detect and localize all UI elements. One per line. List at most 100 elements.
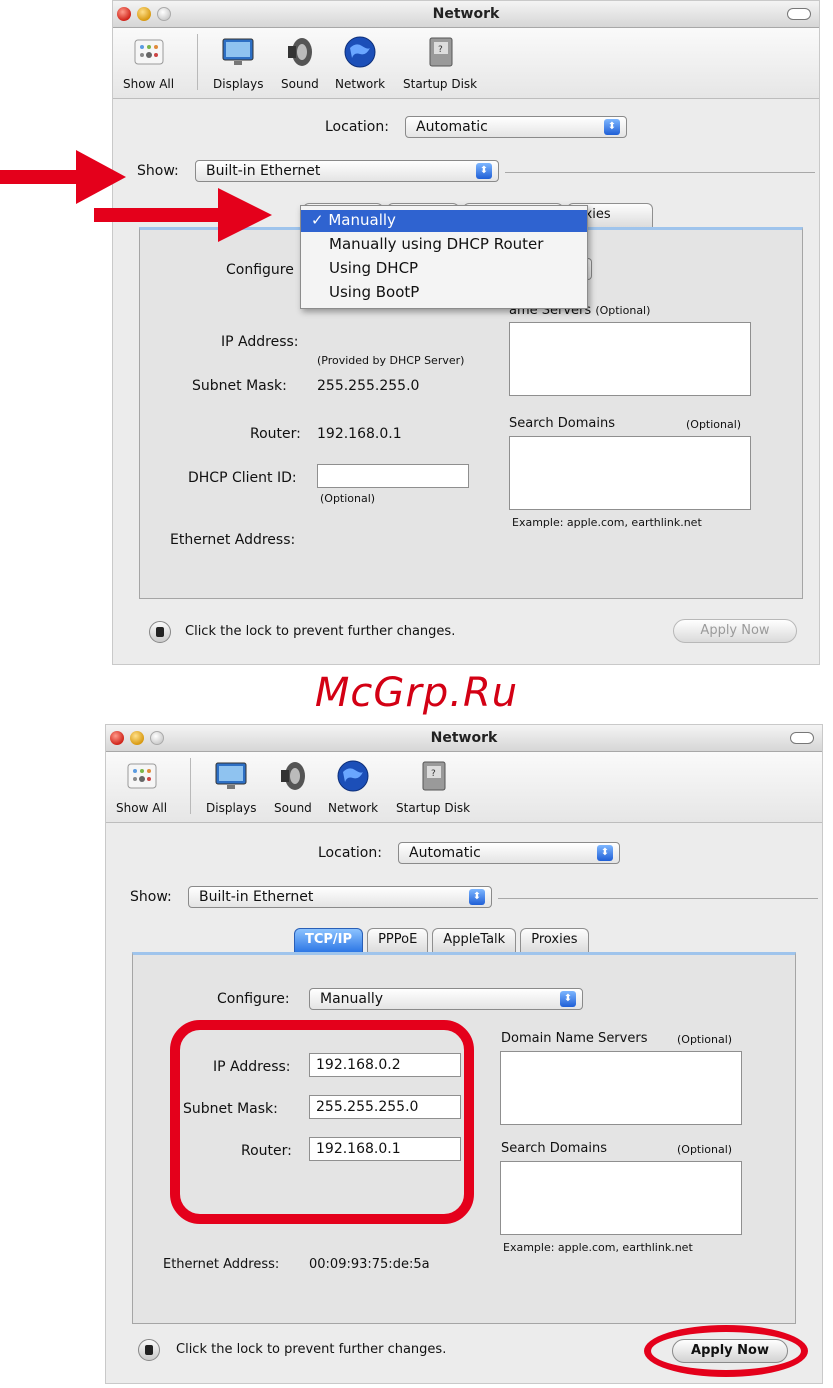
toolbar-toggle-button[interactable] bbox=[790, 732, 814, 744]
ip-address-label: IP Address: bbox=[221, 334, 299, 350]
ethernet-address-label: Ethernet Address: bbox=[170, 532, 296, 548]
popup-arrows-icon: ⬍ bbox=[597, 845, 613, 861]
startup-disk-label: Startup Disk bbox=[403, 77, 478, 91]
search-domains-box[interactable] bbox=[509, 436, 751, 510]
configure-popup[interactable]: Manually ⬍ bbox=[309, 988, 583, 1010]
search-domains-box[interactable] bbox=[500, 1161, 742, 1235]
startup-disk-button[interactable]: ? Startup Disk bbox=[396, 758, 470, 815]
globe-icon bbox=[337, 760, 369, 792]
location-popup[interactable]: Automatic ⬍ bbox=[398, 842, 620, 864]
display-icon bbox=[222, 38, 254, 65]
displays-button[interactable]: Displays bbox=[206, 758, 256, 815]
show-all-label: Show All bbox=[116, 801, 168, 815]
ethernet-address-label: Ethernet Address: bbox=[163, 1257, 280, 1272]
sound-button[interactable]: Sound bbox=[281, 34, 319, 91]
example-text: Example: apple.com, earthlink.net bbox=[503, 1241, 693, 1254]
highlight-oval-apply bbox=[644, 1325, 808, 1377]
show-popup[interactable]: Built-in Ethernet ⬍ bbox=[195, 160, 499, 182]
startup-disk-label: Startup Disk bbox=[396, 801, 471, 815]
globe-icon bbox=[344, 36, 376, 68]
toolbar-toggle-button[interactable] bbox=[787, 8, 811, 20]
network-window-2: Network Show All Displays Sound Network … bbox=[105, 724, 823, 1384]
startup-disk-button[interactable]: ? Startup Disk bbox=[403, 34, 477, 91]
show-label: Show: bbox=[137, 163, 179, 179]
svg-text:?: ? bbox=[431, 769, 436, 779]
show-all-button[interactable]: Show All bbox=[123, 34, 174, 91]
search-domains-label: Search Domains bbox=[501, 1141, 608, 1156]
svg-text:?: ? bbox=[438, 45, 443, 55]
disk-icon: ? bbox=[429, 37, 453, 67]
tab-appletalk[interactable]: AppleTalk bbox=[432, 928, 517, 952]
speaker-icon bbox=[280, 762, 305, 790]
router-label: Router: bbox=[250, 426, 301, 442]
toolbar: Show All Displays Sound Network ? Startu… bbox=[106, 752, 822, 823]
location-value: Automatic bbox=[416, 119, 488, 135]
search-domains-optional: (Optional) bbox=[686, 418, 742, 431]
window-title: Network bbox=[430, 730, 498, 746]
title-bar: Network bbox=[106, 725, 822, 752]
separator-line bbox=[498, 898, 818, 899]
dhcp-client-id-label: DHCP Client ID: bbox=[188, 470, 297, 486]
dns-servers-optional: (Optional) bbox=[677, 1033, 733, 1046]
highlight-box-ip-fields bbox=[170, 1020, 474, 1224]
checkmark-icon: ✓ bbox=[311, 211, 324, 229]
configure-dropdown-menu: ✓ Manually Manually using DHCP Router Us… bbox=[300, 205, 588, 309]
network-button[interactable]: Network bbox=[328, 758, 378, 815]
show-value: Built-in Ethernet bbox=[199, 889, 314, 905]
ethernet-address-value: 00:09:93:75:de:5a bbox=[309, 1257, 430, 1272]
apply-now-button[interactable]: Apply Now bbox=[673, 619, 797, 643]
tab-proxies[interactable]: Proxies bbox=[520, 928, 589, 952]
location-value: Automatic bbox=[409, 845, 481, 861]
popup-arrows-icon: ⬍ bbox=[469, 889, 485, 905]
show-popup[interactable]: Built-in Ethernet ⬍ bbox=[188, 886, 492, 908]
configure-label: Configure: bbox=[217, 991, 290, 1007]
sound-label: Sound bbox=[281, 77, 319, 91]
displays-button[interactable]: Displays bbox=[213, 34, 263, 91]
subnet-mask-label: Subnet Mask: bbox=[192, 378, 287, 394]
dns-servers-box[interactable] bbox=[509, 322, 751, 396]
lock-icon[interactable] bbox=[149, 621, 171, 643]
menu-item-manually[interactable]: ✓ Manually bbox=[301, 210, 587, 232]
displays-label: Displays bbox=[213, 77, 264, 91]
dhcp-client-id-input[interactable] bbox=[317, 464, 469, 488]
lock-text: Click the lock to prevent further change… bbox=[185, 624, 456, 639]
apple-grid-icon bbox=[134, 39, 164, 65]
lock-icon[interactable] bbox=[138, 1339, 160, 1361]
watermark: McGrp.Ru bbox=[314, 670, 519, 716]
menu-item-using-dhcp[interactable]: Using DHCP bbox=[301, 258, 587, 280]
popup-arrows-icon: ⬍ bbox=[476, 163, 492, 179]
show-all-button[interactable]: Show All bbox=[116, 758, 167, 815]
toolbar-separator bbox=[190, 758, 191, 814]
sound-label: Sound bbox=[274, 801, 312, 815]
network-label: Network bbox=[328, 801, 379, 815]
displays-label: Displays bbox=[206, 801, 257, 815]
red-arrow-menu bbox=[94, 188, 272, 242]
network-window-1: Network Show All Displays Sound Network … bbox=[112, 0, 820, 665]
menu-item-manually-dhcp-router[interactable]: Manually using DHCP Router bbox=[301, 234, 587, 256]
location-label: Location: bbox=[325, 119, 389, 135]
tab-tcpip[interactable]: TCP/IP bbox=[294, 928, 364, 952]
disk-icon: ? bbox=[422, 761, 446, 791]
toolbar-separator bbox=[197, 34, 198, 90]
lock-text: Click the lock to prevent further change… bbox=[176, 1342, 447, 1357]
example-text: Example: apple.com, earthlink.net bbox=[512, 516, 702, 529]
router-value: 192.168.0.1 bbox=[317, 426, 402, 442]
network-button[interactable]: Network bbox=[335, 34, 385, 91]
menu-item-label: Manually bbox=[328, 211, 396, 229]
location-label: Location: bbox=[318, 845, 382, 861]
tab-pppoe[interactable]: PPPoE bbox=[367, 928, 429, 952]
dhcp-client-id-optional: (Optional) bbox=[320, 492, 376, 505]
dns-servers-box[interactable] bbox=[500, 1051, 742, 1125]
search-domains-optional: (Optional) bbox=[677, 1143, 733, 1156]
show-value: Built-in Ethernet bbox=[206, 163, 321, 179]
window-title: Network bbox=[432, 6, 500, 22]
tab-bar: TCP/IP PPPoE AppleTalk Proxies bbox=[294, 928, 593, 952]
title-bar: Network bbox=[113, 1, 819, 28]
apple-grid-icon bbox=[127, 763, 157, 789]
menu-item-using-bootp[interactable]: Using BootP bbox=[301, 282, 587, 304]
separator-line bbox=[505, 172, 815, 173]
location-popup[interactable]: Automatic ⬍ bbox=[405, 116, 627, 138]
sound-button[interactable]: Sound bbox=[274, 758, 312, 815]
configure-value: Manually bbox=[320, 991, 384, 1007]
popup-arrows-icon: ⬍ bbox=[560, 991, 576, 1007]
